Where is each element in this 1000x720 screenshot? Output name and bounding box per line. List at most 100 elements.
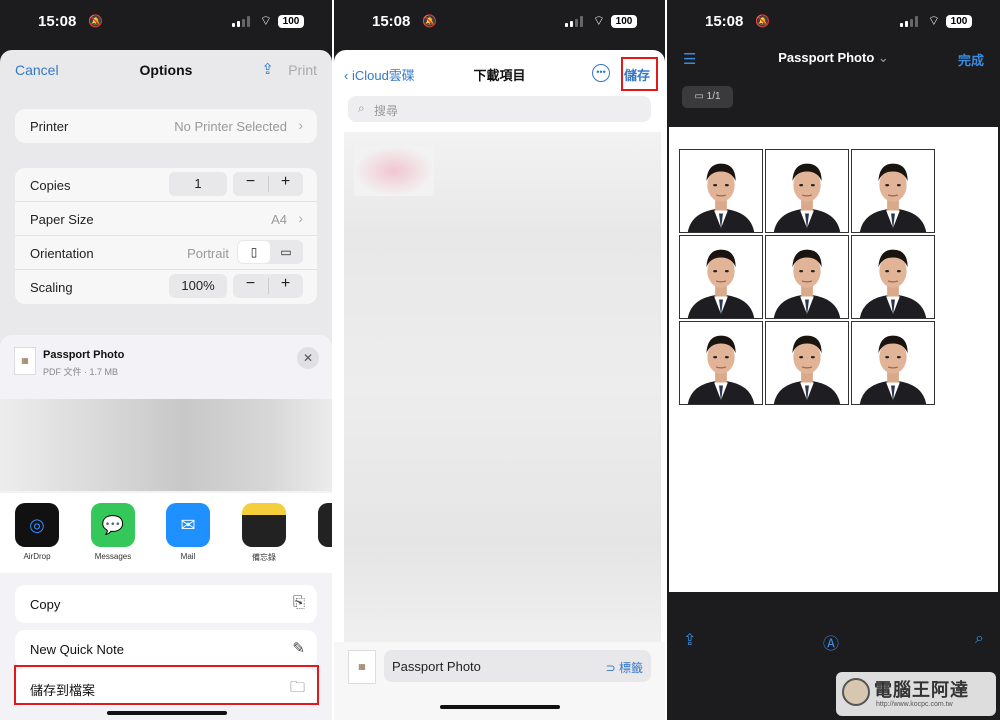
copies-row: Copies 1 − + — [15, 168, 317, 202]
share-icon[interactable]: ⇪ — [683, 630, 696, 650]
copy-action[interactable]: Copy ⎘ — [15, 585, 317, 623]
cancel-button[interactable]: Cancel — [15, 62, 59, 78]
passport-photo — [765, 149, 849, 233]
scaling-label: Scaling — [30, 280, 73, 295]
app-more[interactable] — [312, 503, 332, 547]
orientation-toggle[interactable]: ▯ ▭ — [237, 240, 303, 264]
chevron-right-icon: › — [298, 117, 303, 133]
pdf-preview-panel: 15:08 🔕 ⌔ 100 ☰ Passport Photo ⌄ 完成 ▭ 1/… — [667, 0, 1000, 720]
app-mail[interactable]: ✉ Mail — [160, 503, 216, 561]
search-icon: ⌕ — [358, 101, 365, 115]
paper-size-value: A4 — [271, 212, 287, 227]
file-name: Passport Photo — [43, 349, 125, 361]
battery-icon: 100 — [611, 15, 637, 28]
minus-icon[interactable]: − — [233, 173, 268, 191]
printer-group: Printer No Printer Selected › — [15, 109, 317, 143]
silent-bell-icon: 🔕 — [88, 14, 103, 28]
print-settings-group: Copies 1 − + Paper Size A4 › Orientation… — [15, 168, 317, 304]
close-icon[interactable]: ✕ — [297, 347, 319, 369]
files-nav: 下載項目 ‹ iCloud雲碟 ••• 儲存 — [334, 62, 665, 88]
app-notes[interactable]: 備忘錄 — [236, 503, 292, 563]
scaling-stepper[interactable]: − + — [233, 274, 303, 298]
chevron-right-icon: › — [298, 210, 303, 226]
watermark: 電腦王阿達 http://www.kocpc.com.tw — [836, 672, 996, 716]
status-bar: 15:08 🔕 ⌔ 100 — [0, 0, 332, 44]
status-time: 15:08 — [705, 13, 744, 30]
print-button[interactable]: Print — [288, 62, 317, 78]
share-header: ▦ Passport Photo PDF 文件 · 1.7 MB ✕ — [0, 335, 332, 389]
page-count: 1/1 — [706, 91, 721, 102]
tags-button[interactable]: ⊃ 標籤 — [606, 659, 643, 676]
status-time: 15:08 — [38, 13, 77, 30]
copies-stepper[interactable]: − + — [233, 172, 303, 196]
battery-icon: 100 — [278, 15, 304, 28]
app-airdrop[interactable]: ◎ AirDrop — [9, 503, 65, 561]
passport-photo — [851, 321, 935, 405]
back-button[interactable]: ‹ iCloud雲碟 — [344, 65, 415, 84]
more-icon[interactable]: ••• — [592, 64, 610, 82]
signal-icon — [900, 16, 918, 27]
share-icon[interactable]: ⇪ — [261, 60, 274, 78]
printer-row[interactable]: Printer No Printer Selected › — [15, 109, 317, 143]
passport-photo — [851, 235, 935, 319]
passport-photo — [679, 235, 763, 319]
files-sheet: 下載項目 ‹ iCloud雲碟 ••• 儲存 ⌕ 搜尋 ▦ Passport P… — [334, 50, 665, 720]
app-messages[interactable]: 💬 Messages — [85, 503, 141, 561]
highlight-box — [621, 57, 658, 91]
file-meta: PDF 文件 · 1.7 MB — [43, 367, 119, 377]
passport-photo-grid — [679, 149, 935, 405]
contacts-row-blurred — [0, 399, 332, 491]
home-indicator — [107, 711, 227, 715]
done-button[interactable]: 完成 — [958, 50, 984, 69]
copy-icon: ⎘ — [292, 594, 305, 611]
paper-size-row[interactable]: Paper Size A4 › — [15, 202, 317, 236]
home-indicator — [440, 705, 560, 709]
pdf-thumbnail-icon: ▦ — [348, 650, 376, 684]
scaling-value[interactable]: 100% — [169, 274, 227, 298]
files-save-panel: 15:08 🔕 ⌔ 100 下載項目 ‹ iCloud雲碟 ••• 儲存 ⌕ 搜… — [334, 0, 665, 720]
tags-label: 標籤 — [618, 661, 643, 675]
print-options-sheet: Options Cancel ⇪ Print Printer No Printe… — [0, 50, 332, 350]
search-icon[interactable]: ⌕ — [975, 630, 984, 648]
passport-photo — [765, 321, 849, 405]
airdrop-icon: ◎ — [15, 503, 59, 547]
page-indicator[interactable]: ▭ 1/1 — [682, 86, 733, 108]
filename-field[interactable]: Passport Photo ⊃ 標籤 — [384, 650, 651, 682]
markup-icon[interactable]: Ⓐ — [823, 630, 839, 654]
mail-icon: ✉ — [166, 503, 210, 547]
plus-icon[interactable]: + — [268, 275, 303, 293]
mascot-logo — [842, 678, 870, 706]
wifi-icon: ⌔ — [259, 13, 272, 28]
back-label: iCloud雲碟 — [351, 68, 415, 83]
watermark-url: http://www.kocpc.com.tw — [876, 701, 953, 708]
wifi-icon: ⌔ — [592, 13, 605, 28]
filename-bar: ▦ Passport Photo ⊃ 標籤 — [334, 642, 665, 720]
document-title[interactable]: Passport Photo ⌄ — [667, 50, 1000, 66]
silent-bell-icon: 🔕 — [422, 14, 437, 28]
shortcut-app-icon — [318, 503, 332, 547]
orientation-label: Orientation — [30, 246, 94, 261]
pdf-page — [669, 127, 998, 592]
landscape-icon[interactable]: ▭ — [270, 241, 302, 263]
portrait-icon[interactable]: ▯ — [238, 241, 270, 263]
copies-value[interactable]: 1 — [169, 172, 227, 196]
passport-photo — [679, 149, 763, 233]
app-label: Mail — [180, 552, 196, 561]
minus-icon[interactable]: − — [233, 275, 268, 293]
status-bar: 15:08 🔕 ⌔ 100 — [667, 0, 1000, 44]
passport-photo — [679, 321, 763, 405]
battery-icon: 100 — [946, 15, 972, 28]
file-list-blurred — [344, 132, 661, 646]
status-bar: 15:08 🔕 ⌔ 100 — [334, 0, 665, 44]
plus-icon[interactable]: + — [268, 173, 303, 191]
quick-note-action[interactable]: New Quick Note ✎ — [15, 630, 317, 668]
printer-label: Printer — [30, 119, 69, 134]
orientation-value: Portrait — [187, 246, 229, 261]
print-options-panel: 15:08 🔕 ⌔ 100 Options Cancel ⇪ Print Pri… — [0, 0, 332, 720]
messages-icon: 💬 — [91, 503, 135, 547]
tag-icon: ⊃ — [605, 661, 619, 675]
search-input[interactable]: ⌕ 搜尋 — [348, 96, 651, 122]
chevron-left-icon: ‹ — [344, 68, 352, 83]
status-time: 15:08 — [372, 13, 411, 30]
orientation-row: Orientation Portrait ▯ ▭ — [15, 236, 317, 270]
